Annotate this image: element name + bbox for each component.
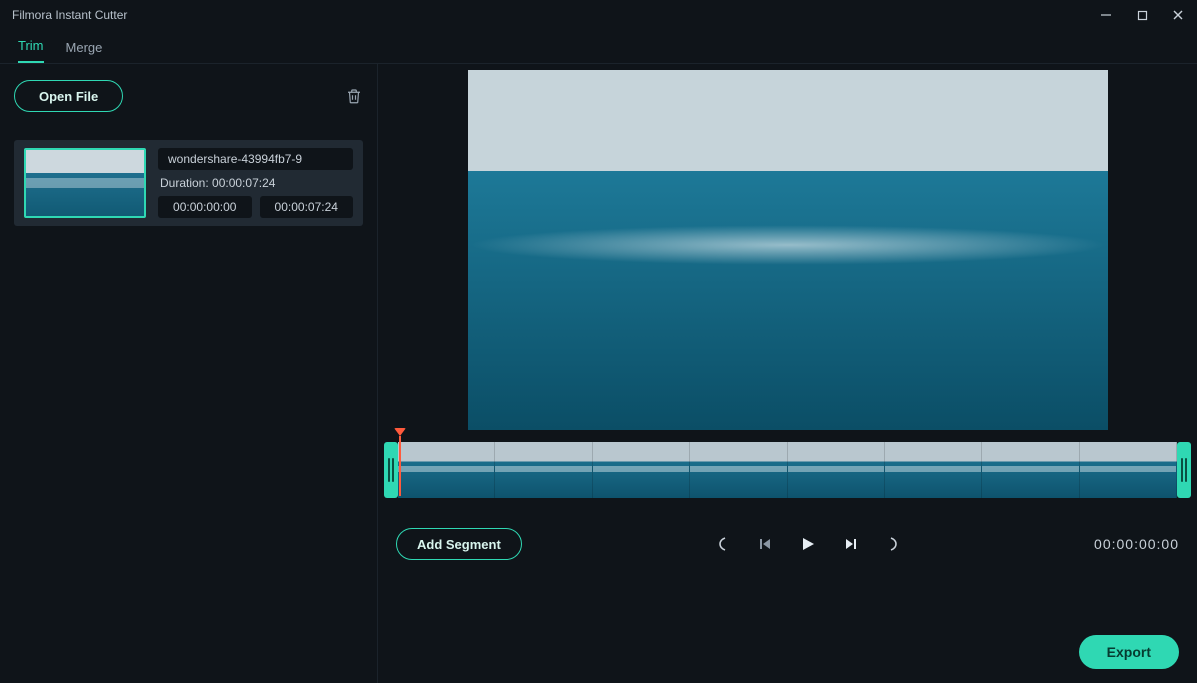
- mark-in-icon[interactable]: [716, 536, 730, 552]
- mark-out-icon[interactable]: [886, 536, 900, 552]
- next-frame-icon[interactable]: [844, 537, 858, 551]
- timeline-frame: [398, 442, 495, 498]
- current-timecode: 00:00:00:00: [1094, 536, 1179, 552]
- play-icon[interactable]: [800, 536, 816, 552]
- clip-filename: wondershare-43994fb7-9: [158, 148, 353, 170]
- video-preview[interactable]: [468, 70, 1108, 430]
- mode-tabs: Trim Merge: [0, 30, 1197, 64]
- prev-frame-icon[interactable]: [758, 537, 772, 551]
- export-button[interactable]: Export: [1079, 635, 1179, 669]
- clip-thumbnail: [24, 148, 146, 218]
- timeline-frame: [982, 442, 1079, 498]
- clip-in-time[interactable]: 00:00:00:00: [158, 196, 252, 218]
- clip-meta: wondershare-43994fb7-9 Duration: 00:00:0…: [158, 148, 353, 218]
- preview-area: [378, 64, 1197, 434]
- timeline[interactable]: [378, 434, 1197, 514]
- trim-handle-right[interactable]: [1177, 442, 1191, 498]
- timeline-frame: [885, 442, 982, 498]
- clip-row[interactable]: wondershare-43994fb7-9 Duration: 00:00:0…: [14, 140, 363, 226]
- clip-duration: Duration: 00:00:07:24: [158, 176, 353, 190]
- minimize-icon[interactable]: [1099, 8, 1113, 22]
- add-segment-button[interactable]: Add Segment: [396, 528, 522, 560]
- timeline-frame: [788, 442, 885, 498]
- playback-controls: Add Segment 00:00:00:00: [378, 514, 1197, 574]
- close-icon[interactable]: [1171, 8, 1185, 22]
- timeline-frame: [593, 442, 690, 498]
- footer: Export: [378, 574, 1197, 683]
- timeline-frame: [495, 442, 592, 498]
- playhead[interactable]: [394, 428, 406, 496]
- window-controls: [1099, 8, 1185, 22]
- delete-icon[interactable]: [345, 87, 363, 105]
- open-file-button[interactable]: Open File: [14, 80, 123, 112]
- maximize-icon[interactable]: [1135, 8, 1149, 22]
- tab-trim[interactable]: Trim: [18, 38, 44, 63]
- timeline-frame: [690, 442, 787, 498]
- timeline-frames[interactable]: [398, 442, 1177, 498]
- clip-sidebar: Open File wondershare-43994fb7-9 Duratio…: [0, 64, 378, 683]
- tab-merge[interactable]: Merge: [66, 40, 103, 63]
- title-bar: Filmora Instant Cutter: [0, 0, 1197, 30]
- clip-out-time[interactable]: 00:00:07:24: [260, 196, 354, 218]
- window-title: Filmora Instant Cutter: [12, 8, 127, 22]
- timeline-frame: [1080, 442, 1177, 498]
